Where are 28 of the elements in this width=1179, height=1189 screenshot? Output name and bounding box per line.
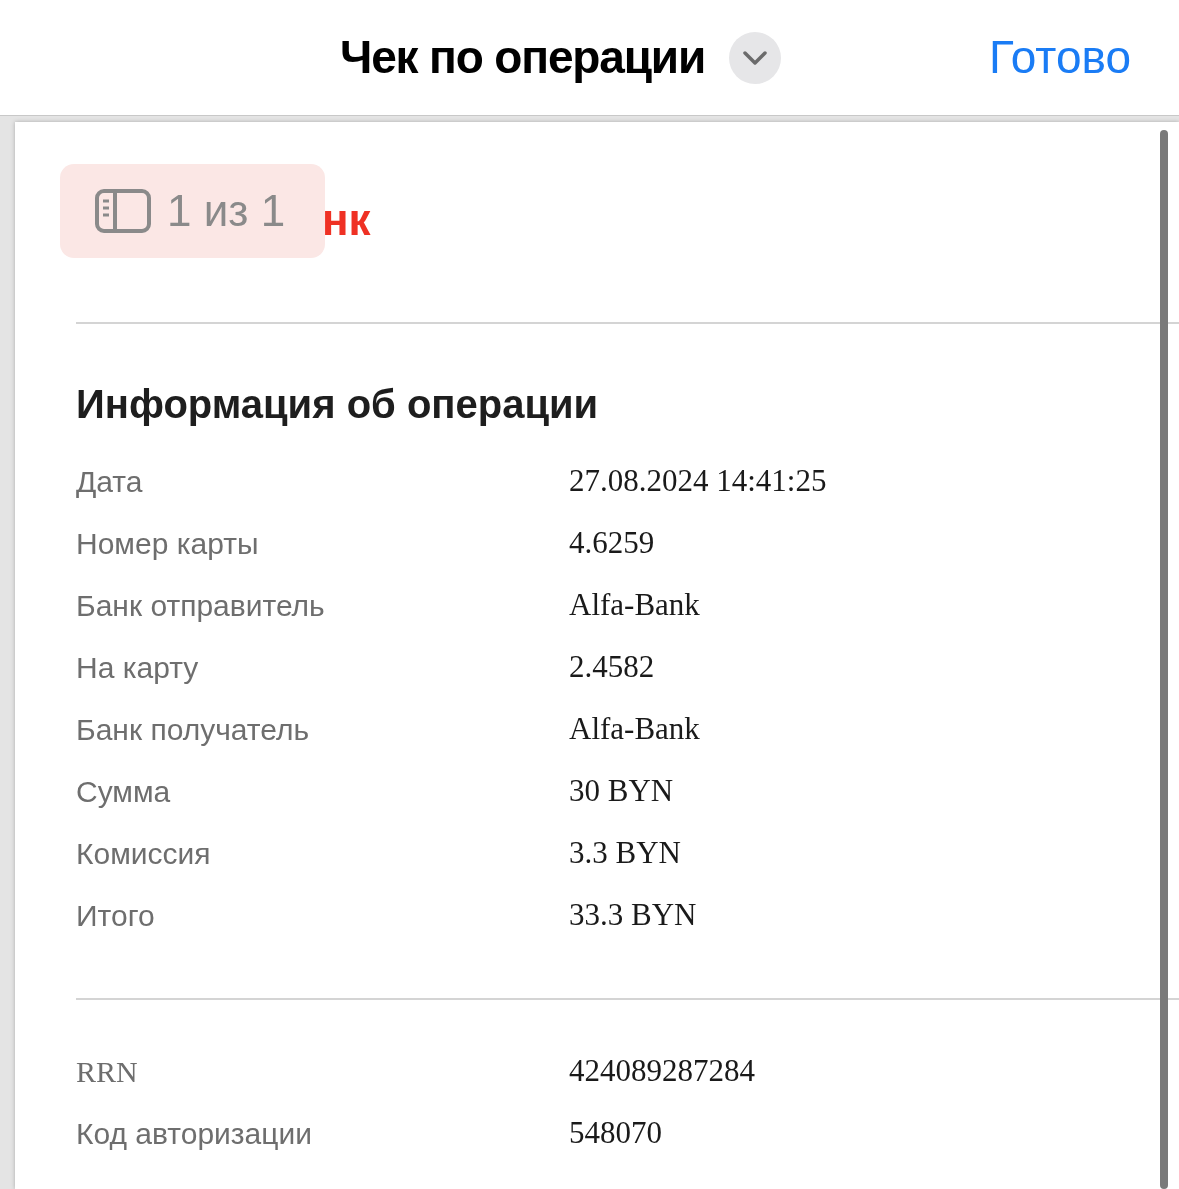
logo-text: нк [322, 194, 371, 246]
field-label: Итого [76, 897, 156, 934]
scrollbar[interactable] [1160, 130, 1168, 1189]
field-value: 33.3 BYN [569, 895, 697, 934]
field-label: Банк получатель [76, 711, 311, 748]
page-counter: 1 из 1 [167, 185, 286, 237]
field-label: Дата [76, 463, 144, 500]
field-label: Банк отправитель [76, 587, 326, 624]
field-value: 27.08.2024 14:41:25 [569, 461, 827, 500]
done-button[interactable]: Готово [988, 23, 1131, 92]
field-value: 3.3 BYN [569, 833, 681, 872]
field-label: Комиссия [76, 835, 212, 872]
field-label: RRN [76, 1053, 139, 1090]
field-value: 424089287284 [569, 1051, 755, 1090]
field-label: Код авторизации [76, 1115, 313, 1152]
field-value: 30 BYN [569, 771, 674, 810]
window-title: Чек по операции [340, 30, 706, 85]
field-value: Alfa-Bank [569, 585, 700, 624]
field-value: 548070 [569, 1113, 662, 1152]
field-label: Сумма [76, 773, 172, 810]
field-label: На карту [76, 649, 200, 686]
sidebar-icon [95, 189, 151, 233]
field-value: Alfa-Bank [569, 709, 700, 748]
section-title: Информация об операции [76, 381, 600, 428]
chevron-down-icon [743, 50, 768, 65]
field-value: 2.4582 [569, 647, 655, 686]
field-value: 4.6259 [569, 523, 655, 562]
field-label: Номер карты [76, 525, 260, 562]
